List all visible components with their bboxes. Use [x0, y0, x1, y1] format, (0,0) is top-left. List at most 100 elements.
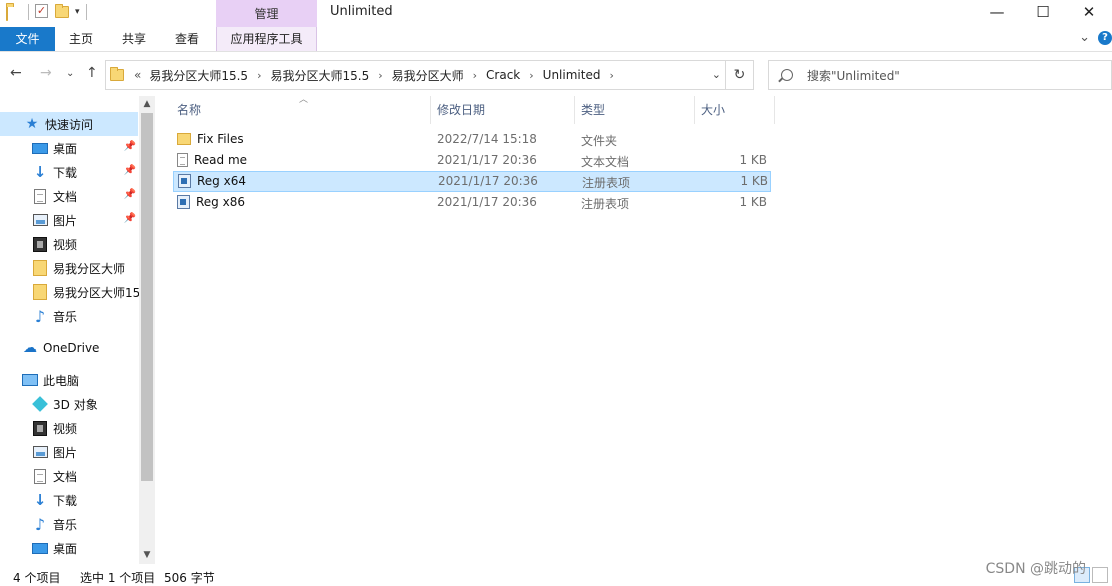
file-date: 2021/1/17 20:36: [438, 174, 538, 188]
nav-item-music[interactable]: ♪ 音乐: [0, 304, 138, 328]
nav-item-pictures[interactable]: 图片 📌: [0, 208, 138, 232]
window-controls: — ☐ ✕: [974, 0, 1112, 27]
watermark: CSDN @跳动的: [985, 561, 1086, 577]
chevron-right-icon[interactable]: ›: [378, 69, 382, 82]
nav-label: 桌面: [53, 141, 78, 156]
recent-locations-chevron-icon[interactable]: ⌄: [66, 68, 74, 79]
nav-quick-access[interactable]: ★ 快速访问: [0, 112, 138, 136]
nav-this-pc[interactable]: 此电脑: [0, 368, 138, 392]
nav-label: 此电脑: [43, 373, 80, 388]
nav-item-videos[interactable]: 视频: [0, 232, 138, 256]
music-icon: ♪: [34, 514, 46, 534]
column-type[interactable]: 类型: [575, 96, 695, 124]
minimize-button[interactable]: —: [974, 0, 1020, 27]
breadcrumb-item[interactable]: Unlimited: [543, 68, 601, 82]
tab-file[interactable]: 文件: [0, 27, 55, 51]
nav-item-downloads[interactable]: ↓ 下载 📌: [0, 160, 138, 184]
tab-share[interactable]: 共享: [115, 27, 153, 51]
file-row[interactable]: Fix Files 2022/7/14 15:18 文件夹: [173, 129, 771, 150]
file-type: 注册表项: [581, 197, 630, 211]
nav-label: 桌面: [53, 541, 78, 556]
scroll-up-icon[interactable]: ▲: [139, 96, 155, 113]
desktop-icon: [32, 140, 48, 156]
nav-item-desktop[interactable]: 桌面: [0, 536, 138, 560]
nav-item-pictures[interactable]: 图片: [0, 440, 138, 464]
nav-item-3d-objects[interactable]: 3D 对象: [0, 392, 138, 416]
scroll-thumb[interactable]: [141, 113, 153, 481]
address-bar[interactable]: « 易我分区大师15.5 › 易我分区大师15.5 › 易我分区大师 › Cra…: [105, 60, 726, 90]
column-header: ︿ 名称 修改日期 类型 大小: [157, 95, 777, 124]
up-arrow-icon[interactable]: ↑: [86, 65, 98, 81]
file-name: Fix Files: [197, 132, 244, 146]
breadcrumb-item[interactable]: 易我分区大师: [392, 67, 464, 84]
nav-item-documents[interactable]: 文档: [0, 464, 138, 488]
new-folder-icon[interactable]: [55, 4, 71, 20]
chevron-right-icon[interactable]: ›: [529, 69, 533, 82]
chevron-right-icon[interactable]: ›: [473, 69, 477, 82]
star-icon: ★: [25, 116, 39, 132]
navigation-bar: ← → ⌄ ↑ « 易我分区大师15.5 › 易我分区大师15.5 › 易我分区…: [0, 52, 1112, 96]
nav-item-music[interactable]: ♪ 音乐: [0, 512, 138, 536]
breadcrumb-item[interactable]: 易我分区大师15.5: [149, 67, 248, 84]
selected-size: 506 字节: [164, 571, 215, 585]
search-placeholder: 搜索"Unlimited": [807, 68, 900, 83]
chevron-right-icon[interactable]: ›: [257, 69, 261, 82]
folder-icon: [110, 67, 124, 81]
breadcrumb-overflow[interactable]: «: [134, 68, 141, 82]
file-row[interactable]: Reg x86 2021/1/17 20:36 注册表项 1 KB: [173, 192, 771, 213]
folder-icon[interactable]: [6, 4, 22, 21]
tab-application-tools[interactable]: 应用程序工具: [216, 27, 317, 51]
chevron-right-icon[interactable]: ›: [609, 69, 613, 82]
tab-view[interactable]: 查看: [168, 27, 206, 51]
column-size[interactable]: 大小: [695, 96, 775, 124]
nav-item-downloads[interactable]: ↓ 下载: [0, 488, 138, 512]
large-icons-view-icon[interactable]: [1092, 567, 1108, 583]
breadcrumb-item[interactable]: 易我分区大师15.5: [270, 67, 369, 84]
file-size: 1 KB: [739, 153, 767, 167]
nav-label: 下载: [53, 165, 78, 180]
nav-label: 易我分区大师: [53, 261, 126, 276]
file-date: 2021/1/17 20:36: [437, 153, 537, 167]
address-history-chevron-icon[interactable]: ⌄: [712, 68, 721, 81]
nav-item-documents[interactable]: 文档 📌: [0, 184, 138, 208]
nav-item-folder[interactable]: 易我分区大师: [0, 256, 138, 280]
window-title: Unlimited: [330, 4, 393, 19]
file-type: 注册表项: [582, 176, 631, 190]
breadcrumb-item[interactable]: Crack: [486, 68, 520, 82]
file-name-cell: Read me: [177, 153, 247, 167]
pin-icon: 📌: [123, 189, 136, 200]
customize-qat-chevron-icon[interactable]: ▾: [75, 7, 80, 17]
refresh-button[interactable]: ↻: [726, 60, 754, 90]
properties-icon[interactable]: ✓: [35, 4, 51, 20]
nav-label: 视频: [53, 421, 78, 436]
forward-arrow-icon[interactable]: →: [40, 65, 52, 81]
close-button[interactable]: ✕: [1066, 0, 1112, 27]
desktop-icon: [32, 540, 48, 556]
help-icon[interactable]: ?: [1098, 30, 1112, 45]
picture-icon: [32, 444, 48, 460]
chevron-down-icon[interactable]: ⌄: [1079, 30, 1090, 45]
file-name: Read me: [194, 153, 248, 167]
video-icon: [32, 420, 48, 436]
file-row[interactable]: Read me 2021/1/17 20:36 文本文档 1 KB: [173, 150, 771, 171]
registry-file-icon: [177, 195, 190, 209]
nav-onedrive[interactable]: ☁ OneDrive: [0, 336, 138, 360]
nav-item-folder[interactable]: 易我分区大师15: [0, 280, 140, 304]
music-icon: ♪: [34, 306, 46, 326]
file-list: ︿ 名称 修改日期 类型 大小 Fix Files 2022/7/14 15:1…: [157, 95, 1112, 564]
nav-scrollbar[interactable]: ▲ ▼: [139, 96, 155, 564]
scroll-down-icon[interactable]: ▼: [139, 547, 155, 564]
file-row[interactable]: Reg x64 2021/1/17 20:36 注册表项 1 KB: [173, 171, 771, 192]
column-date[interactable]: 修改日期: [431, 96, 575, 124]
nav-item-videos[interactable]: 视频: [0, 416, 138, 440]
file-size: 1 KB: [740, 174, 768, 188]
search-input[interactable]: 搜索"Unlimited": [768, 60, 1112, 90]
file-date: 2022/7/14 15:18: [437, 132, 537, 146]
column-name[interactable]: 名称: [171, 96, 431, 124]
tab-home[interactable]: 主页: [62, 27, 100, 51]
back-arrow-icon[interactable]: ←: [10, 65, 22, 81]
maximize-button[interactable]: ☐: [1020, 0, 1066, 27]
nav-item-desktop[interactable]: 桌面 📌: [0, 136, 138, 160]
nav-label: 图片: [53, 445, 78, 460]
selected-count: 选中 1 个项目: [80, 571, 156, 585]
